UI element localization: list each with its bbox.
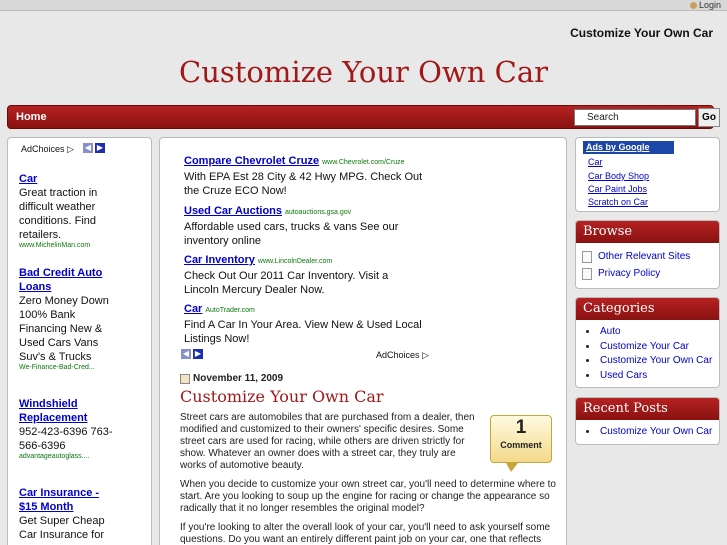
category-item: Auto <box>586 326 712 341</box>
recent-post-item: Customize Your Own Car <box>586 426 712 441</box>
categories-heading: Categories <box>576 298 719 320</box>
post-paragraph: When you decide to customize your own st… <box>180 479 556 514</box>
browse-link[interactable]: Privacy Policy <box>598 268 660 280</box>
left-ad-desc: 952-423-6396 763-566-6396 <box>19 426 113 452</box>
google-ads-widget: Ads by Google Car Car Body Shop Car Pain… <box>575 137 720 212</box>
main-ad: Used Car Auctions autoauctions.gsa.gov Af… <box>184 205 424 248</box>
adchoices-label[interactable]: AdChoices ▷ <box>21 144 74 155</box>
main-ad-desc: With EPA Est 28 City & 42 Hwy MPG. Check… <box>184 171 423 197</box>
left-ad-title[interactable]: Car Insurance - $15 Month <box>19 486 119 514</box>
nav-home-link[interactable]: Home <box>16 111 47 123</box>
left-ad-desc: Great traction in difficult weather cond… <box>19 187 98 241</box>
adchoices-label[interactable]: AdChoices ▷ <box>376 350 429 361</box>
post-title[interactable]: Customize Your Own Car <box>180 387 384 406</box>
category-link[interactable]: Auto <box>600 326 621 337</box>
browse-widget: Browse Other Relevant Sites Privacy Poli… <box>575 220 720 289</box>
main-ad-nav-arrows: ◀ ▶ <box>181 349 203 359</box>
main-ad-title[interactable]: Car <box>184 303 202 315</box>
left-ad-desc: Zero Money Down 100% Bank Financing New … <box>19 295 109 363</box>
left-ad-title[interactable]: Car <box>19 172 119 186</box>
left-ad-url[interactable]: We-Finance-Bad-Cred... <box>19 364 119 371</box>
left-ad-desc: Get Super Cheap Car Insurance for <box>19 515 105 541</box>
main-ad: Compare Chevrolet Cruze www.Chevrolet.com… <box>184 155 424 198</box>
category-item: Used Cars <box>586 370 712 385</box>
main-ad-title[interactable]: Car Inventory <box>184 254 255 266</box>
main-ad-url[interactable]: AutoTrader.com <box>205 307 255 314</box>
post-body: Street cars are automobiles that are pur… <box>180 412 558 545</box>
main-content-panel: Compare Chevrolet Cruze www.Chevrolet.com… <box>159 137 567 545</box>
document-icon <box>582 251 592 263</box>
left-ad: Bad Credit Auto Loans Zero Money Down 10… <box>19 266 119 371</box>
main-ad-desc: Check Out Our 2011 Car Inventory. Visit … <box>184 270 389 296</box>
document-icon <box>582 268 592 280</box>
recent-posts-widget: Recent Posts Customize Your Own Car <box>575 397 720 445</box>
main-ad-desc: Affordable used cars, trucks & vans See … <box>184 221 399 247</box>
main-ad-title[interactable]: Compare Chevrolet Cruze <box>184 155 319 167</box>
prev-arrow-icon[interactable]: ◀ <box>181 349 191 359</box>
recent-post-link[interactable]: Customize Your Own Car <box>600 426 712 437</box>
google-ad-link[interactable]: Car Paint Jobs <box>588 184 647 194</box>
google-ad-link[interactable]: Scratch on Car <box>588 197 648 207</box>
category-link[interactable]: Used Cars <box>600 370 647 381</box>
search-go-button[interactable]: Go <box>698 108 720 127</box>
ad-nav-arrows: ◀ ▶ <box>83 143 105 153</box>
left-ad: Windshield Replacement 952-423-6396 763-… <box>19 397 119 460</box>
user-icon <box>689 2 697 10</box>
search-input[interactable] <box>574 109 696 126</box>
left-ad-title[interactable]: Bad Credit Auto Loans <box>19 266 119 294</box>
post-date: November 11, 2009 <box>180 373 283 384</box>
google-ad-link[interactable]: Car <box>588 157 603 167</box>
top-bar: Login <box>0 0 727 11</box>
categories-list: Auto Customize Your Car Customize Your O… <box>586 326 712 384</box>
left-ad-panel: AdChoices ▷ ◀ ▶ Car Great traction in di… <box>7 137 152 545</box>
google-ad-link[interactable]: Car Body Shop <box>588 171 649 181</box>
browse-heading: Browse <box>576 221 719 243</box>
browse-item: Other Relevant Sites <box>582 251 690 263</box>
post-paragraph: Street cars are automobiles that are pur… <box>180 412 475 471</box>
next-arrow-icon[interactable]: ▶ <box>95 143 105 153</box>
site-tagline: Customize Your Own Car <box>570 26 713 40</box>
recent-posts-heading: Recent Posts <box>576 398 719 420</box>
main-ad-url[interactable]: www.Chevrolet.com/Cruze <box>322 159 404 166</box>
calendar-icon <box>180 373 190 384</box>
login-label: Login <box>698 0 721 10</box>
main-ad-title[interactable]: Used Car Auctions <box>184 205 282 217</box>
adchoices-text: AdChoices <box>21 144 65 154</box>
nav-bar: Home Go <box>7 105 720 129</box>
login-link[interactable]: Login <box>689 0 721 11</box>
post-date-text: November 11, 2009 <box>193 373 284 384</box>
category-item: Customize Your Own Car <box>586 355 712 370</box>
category-item: Customize Your Car <box>586 341 712 356</box>
left-ad: Car Insurance - $15 Month Get Super Chea… <box>19 486 119 542</box>
next-arrow-icon[interactable]: ▶ <box>193 349 203 359</box>
browse-link[interactable]: Other Relevant Sites <box>598 251 690 263</box>
site-title[interactable]: Customize Your Own Car <box>0 55 727 89</box>
main-ad-url[interactable]: autoauctions.gsa.gov <box>285 209 351 216</box>
recent-posts-list: Customize Your Own Car <box>586 426 712 441</box>
categories-widget: Categories Auto Customize Your Car Custo… <box>575 297 720 388</box>
ads-by-google-label[interactable]: Ads by Google <box>583 141 674 154</box>
left-ad: Car Great traction in difficult weather … <box>19 172 119 249</box>
post-paragraph: If you're looking to alter the overall l… <box>180 522 551 545</box>
prev-arrow-icon[interactable]: ◀ <box>83 143 93 153</box>
left-ad-title[interactable]: Windshield Replacement <box>19 397 119 425</box>
category-link[interactable]: Customize Your Car <box>600 341 689 352</box>
browse-item: Privacy Policy <box>582 268 660 280</box>
main-ad: Car Inventory www.LincolnDealer.com Check… <box>184 254 424 297</box>
adchoices-text: AdChoices <box>376 350 420 360</box>
main-ad: Car AutoTrader.com Find A Car In Your Are… <box>184 303 424 346</box>
category-link[interactable]: Customize Your Own Car <box>600 355 712 366</box>
main-ad-url[interactable]: www.LincolnDealer.com <box>258 258 332 265</box>
main-ad-desc: Find A Car In Your Area. View New & Used… <box>184 319 422 345</box>
left-ad-url[interactable]: advantageautoglass.... <box>19 453 119 460</box>
left-ad-url[interactable]: www.MichelinMan.com <box>19 242 119 249</box>
